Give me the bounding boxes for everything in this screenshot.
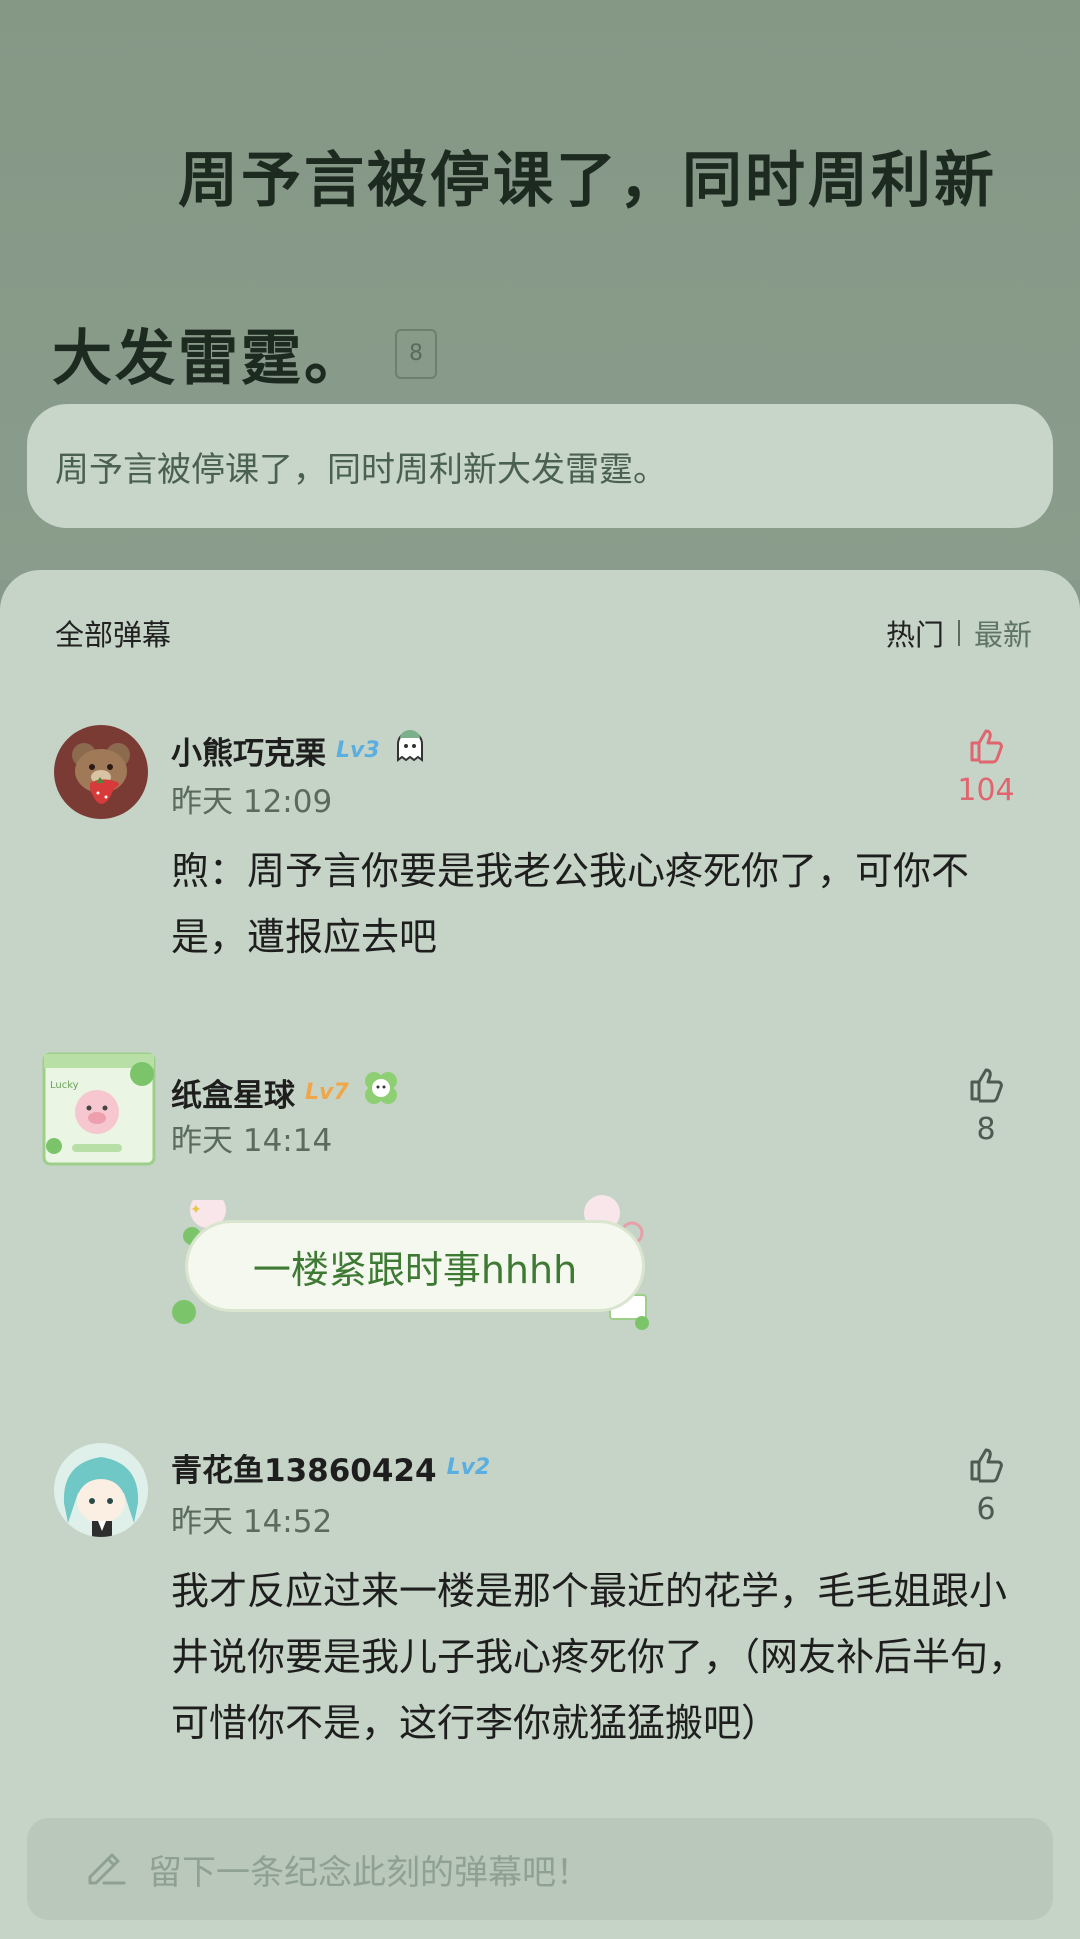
username[interactable]: 小熊巧克栗 bbox=[171, 728, 326, 773]
title-line-2: 大发雷霆。 8 bbox=[52, 310, 437, 397]
like-button[interactable]: 8 bbox=[946, 1064, 1026, 1147]
input-placeholder: 留下一条纪念此刻的弹幕吧！ bbox=[148, 1852, 590, 1893]
thumbs-up-icon bbox=[966, 1068, 1006, 1108]
username-row: 青花鱼13860424 Lv2 bbox=[171, 1445, 490, 1490]
username[interactable]: 纸盒星球 bbox=[171, 1070, 295, 1115]
danmaku-input[interactable]: 留下一条纪念此刻的弹幕吧！ bbox=[27, 1818, 1053, 1920]
like-button[interactable]: 6 bbox=[946, 1444, 1026, 1527]
like-count: 8 bbox=[976, 1112, 996, 1147]
svg-text:✦: ✦ bbox=[190, 1202, 202, 1218]
bubble-text: 一楼紧跟时事hhhh bbox=[252, 1247, 578, 1292]
sticker-bubble: 一楼紧跟时事hhhh bbox=[185, 1220, 645, 1312]
comment-time: 昨天 12:09 bbox=[171, 784, 333, 820]
sort-divider bbox=[957, 620, 960, 646]
pencil-icon bbox=[82, 1841, 130, 1898]
level-badge: Lv7 bbox=[305, 1079, 349, 1105]
excerpt-card: 周予言被停课了，同时周利新大发雷霆。 bbox=[27, 404, 1053, 528]
excerpt-text: 周予言被停课了，同时周利新大发雷霆。 bbox=[55, 449, 667, 490]
avatar[interactable] bbox=[54, 725, 148, 819]
panel-header: 全部弹幕 热门 最新 bbox=[55, 612, 1032, 654]
svg-text:Lucky: Lucky bbox=[50, 1080, 79, 1091]
thumbs-up-icon bbox=[966, 1448, 1006, 1488]
comment-text: 煦：周予言你要是我老公我心疼死你了，可你不是，遭报应去吧 bbox=[171, 849, 970, 959]
username-row: 小熊巧克栗 Lv3 bbox=[171, 726, 430, 774]
ghost-sticker-icon bbox=[390, 726, 430, 774]
title-line-1: 周予言被停课了，同时周利新 bbox=[178, 146, 997, 216]
note-count-badge[interactable]: 8 bbox=[395, 328, 437, 379]
username[interactable]: 青花鱼13860424 bbox=[171, 1445, 437, 1490]
username-row: 纸盒星球 Lv7 bbox=[171, 1066, 403, 1118]
comment-time: 昨天 14:52 bbox=[171, 1504, 333, 1540]
title-line-2-text: 大发雷霆。 bbox=[52, 324, 367, 394]
sort-toggle: 热门 最新 bbox=[886, 612, 1032, 654]
level-badge: Lv2 bbox=[446, 1455, 491, 1480]
like-count: 6 bbox=[976, 1492, 996, 1527]
comment-text: 我才反应过来一楼是那个最近的花学，毛毛姐跟小井说你要是我儿子我心疼死你了，（网友… bbox=[171, 1569, 1027, 1745]
header-area: 周予言被停课了，同时周利新 大发雷霆。 8 周予言被停课了，同时周利新大发雷霆。 bbox=[0, 0, 1080, 580]
panel-title: 全部弹幕 bbox=[55, 618, 172, 652]
like-button[interactable]: 104 bbox=[946, 725, 1026, 808]
sort-hot-tab[interactable]: 热门 bbox=[886, 612, 944, 654]
comment-time: 昨天 14:14 bbox=[171, 1123, 333, 1159]
level-badge: Lv3 bbox=[336, 737, 380, 763]
clover-sticker-icon bbox=[359, 1066, 403, 1118]
avatar[interactable] bbox=[54, 1443, 148, 1537]
like-count: 104 bbox=[957, 773, 1015, 808]
thumbs-up-icon bbox=[966, 729, 1006, 769]
avatar[interactable]: Lucky bbox=[42, 1050, 164, 1172]
sort-new-tab[interactable]: 最新 bbox=[974, 612, 1032, 654]
